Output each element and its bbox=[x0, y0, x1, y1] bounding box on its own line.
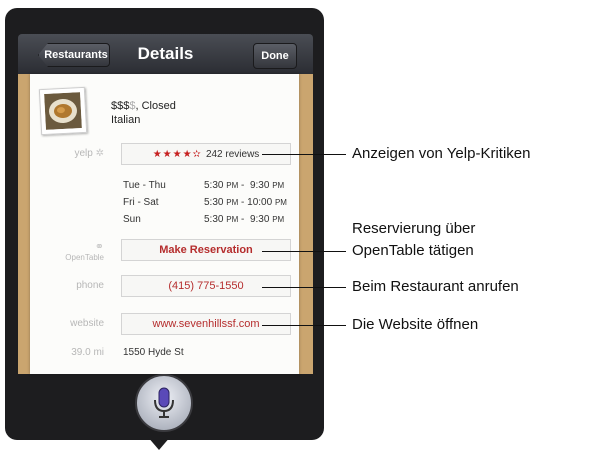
close-time: 9:30 bbox=[249, 180, 270, 191]
am-pm: PM bbox=[272, 181, 285, 190]
opentable-label: OpenTable bbox=[65, 253, 104, 262]
rating-stars: ★★★★✫ bbox=[152, 148, 202, 160]
siri-microphone-button[interactable] bbox=[135, 374, 193, 432]
time-separator: - bbox=[241, 197, 245, 208]
callout-yelp: Anzeigen von Yelp-Kritiken bbox=[352, 145, 531, 162]
callout-line-reserve bbox=[262, 251, 346, 252]
callout-web: Die Website öffnen bbox=[352, 316, 479, 333]
time-separator: - bbox=[241, 180, 245, 191]
am-pm: PM bbox=[274, 198, 287, 207]
yelp-burst-icon: ✲ bbox=[92, 148, 104, 159]
website-button[interactable]: www.sevenhillssf.com bbox=[121, 313, 291, 335]
am-pm: PM bbox=[272, 215, 285, 224]
hours-time: 5:30 PM - 10:00 PM bbox=[204, 197, 287, 208]
close-time: 9:30 bbox=[249, 214, 270, 225]
phone-label: phone bbox=[76, 280, 104, 291]
panel-pointer bbox=[147, 436, 171, 450]
am-pm: PM bbox=[226, 181, 239, 190]
cuisine: Italian bbox=[111, 114, 141, 126]
microphone-icon bbox=[154, 387, 174, 418]
opentable-logo: ⚭ OpenTable bbox=[48, 242, 104, 263]
phone-button[interactable]: (415) 775-1550 bbox=[121, 275, 291, 297]
distance: 39.0 mi bbox=[71, 347, 104, 358]
open-time: 5:30 bbox=[204, 197, 224, 208]
open-status: , Closed bbox=[135, 100, 176, 112]
make-reservation-button[interactable]: Make Reservation bbox=[121, 239, 291, 261]
callout-line-web bbox=[262, 325, 346, 326]
callout-line-call bbox=[262, 287, 346, 288]
yelp-label: yelp bbox=[74, 148, 93, 159]
callout-line-yelp bbox=[262, 154, 346, 155]
time-separator: - bbox=[241, 214, 245, 225]
close-time: 10:00 bbox=[247, 197, 273, 208]
address[interactable]: 1550 Hyde St bbox=[123, 347, 184, 358]
callout-call: Beim Restaurant anrufen bbox=[352, 278, 519, 295]
hours-day: Tue - Thu bbox=[123, 180, 166, 191]
opentable-icon: ⚭ bbox=[94, 241, 104, 253]
am-pm: PM bbox=[226, 198, 239, 207]
restaurant-card: $$$$, Closed Italian yelp ✲ ★★★★✫ 242 re… bbox=[30, 74, 299, 374]
callout-reserve-line2: OpenTable tätigen bbox=[352, 242, 474, 259]
hours-time: 5:30 PM - 9:30 PM bbox=[204, 214, 284, 225]
callout-reserve-line1: Reservierung über bbox=[352, 220, 476, 237]
cork-background: $$$$, Closed Italian yelp ✲ ★★★★✫ 242 re… bbox=[18, 74, 313, 374]
open-time: 5:30 bbox=[204, 180, 224, 191]
am-pm: PM bbox=[226, 215, 239, 224]
restaurant-photo bbox=[38, 86, 88, 136]
yelp-logo: yelp ✲ bbox=[48, 148, 104, 159]
price-level: $$$ bbox=[111, 100, 130, 112]
dish-image bbox=[44, 92, 82, 130]
navigation-bar: Restaurants Details Done bbox=[18, 34, 313, 74]
hours-day: Sun bbox=[123, 214, 141, 225]
hours-day: Fri - Sat bbox=[123, 197, 159, 208]
open-time: 5:30 bbox=[204, 214, 224, 225]
website-label: website bbox=[70, 318, 104, 329]
done-button[interactable]: Done bbox=[253, 43, 297, 69]
review-count: 242 reviews bbox=[205, 148, 260, 160]
siri-panel: Restaurants Details Done $$$$, Closed It… bbox=[5, 8, 324, 440]
price-status: $$$$, Closed bbox=[111, 100, 176, 112]
hours-time: 5:30 PM - 9:30 PM bbox=[204, 180, 284, 191]
